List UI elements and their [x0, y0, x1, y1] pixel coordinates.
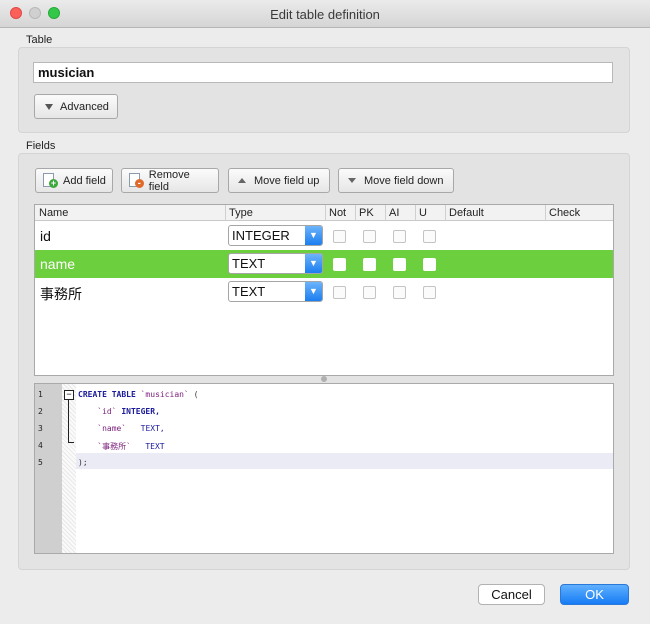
primary-key-checkbox[interactable] [363, 286, 376, 299]
table-section-label: Table [26, 34, 53, 46]
add-field-label: Add field [63, 174, 106, 187]
table-row[interactable]: id INTEGER ▼ [35, 222, 613, 250]
unique-checkbox[interactable] [423, 258, 436, 271]
add-field-button[interactable]: + Add field [35, 168, 113, 193]
primary-key-checkbox[interactable] [363, 258, 376, 271]
remove-document-icon: - [128, 173, 144, 188]
line-number: 4 [38, 441, 43, 450]
code-line: `id` INTEGER, [78, 407, 160, 416]
fields-table[interactable]: Name Type Not PK AI U Default Check id I… [34, 204, 614, 376]
line-number: 1 [38, 390, 43, 399]
chevron-down-icon: ▼ [305, 254, 322, 273]
line-number: 5 [38, 458, 43, 467]
code-line: CREATE TABLE `musician` ( [78, 390, 199, 399]
window-title: Edit table definition [270, 7, 380, 22]
cancel-button[interactable]: Cancel [478, 584, 545, 605]
move-field-up-button[interactable]: Move field up [228, 168, 330, 193]
table-group [18, 47, 630, 133]
splitter-handle[interactable] [321, 376, 327, 382]
move-down-label: Move field down [364, 174, 444, 187]
primary-key-checkbox[interactable] [363, 230, 376, 243]
column-header-name[interactable]: Name [39, 207, 68, 219]
advanced-label: Advanced [60, 100, 109, 113]
advanced-button[interactable]: Advanced [34, 94, 118, 119]
not-null-checkbox[interactable] [333, 258, 346, 271]
sql-preview-editor[interactable]: 1 2 3 4 5 − CREATE TABLE `musician` ( `i… [34, 383, 614, 554]
arrow-up-icon [238, 178, 246, 183]
move-field-down-button[interactable]: Move field down [338, 168, 454, 193]
unique-checkbox[interactable] [423, 286, 436, 299]
column-header-pk[interactable]: PK [359, 207, 374, 219]
add-document-icon: + [42, 173, 58, 188]
current-line-highlight [76, 453, 613, 469]
line-number: 3 [38, 424, 43, 433]
move-up-label: Move field up [254, 174, 320, 187]
fields-section-label: Fields [26, 140, 56, 152]
autoincrement-checkbox[interactable] [393, 258, 406, 271]
field-type-select[interactable]: TEXT ▼ [228, 253, 323, 274]
column-header-check[interactable]: Check [549, 207, 580, 219]
fold-collapse-icon[interactable]: − [64, 390, 74, 400]
field-type-select[interactable]: INTEGER ▼ [228, 225, 323, 246]
chevron-down-icon: ▼ [305, 282, 322, 301]
code-line: ); [78, 458, 88, 467]
column-header-not[interactable]: Not [329, 207, 346, 219]
fold-margin [62, 384, 76, 553]
not-null-checkbox[interactable] [333, 286, 346, 299]
arrow-down-icon [348, 178, 356, 183]
chevron-down-icon: ▼ [305, 226, 322, 245]
line-number: 2 [38, 407, 43, 416]
ok-button[interactable]: OK [560, 584, 629, 605]
field-name-cell[interactable]: name [40, 256, 75, 272]
table-row[interactable]: 事務所 TEXT ▼ [35, 278, 613, 306]
autoincrement-checkbox[interactable] [393, 286, 406, 299]
unique-checkbox[interactable] [423, 230, 436, 243]
remove-field-button[interactable]: - Remove field [121, 168, 219, 193]
table-header: Name Type Not PK AI U Default Check [35, 205, 613, 221]
field-type-select[interactable]: TEXT ▼ [228, 281, 323, 302]
field-name-cell[interactable]: 事務所 [40, 284, 82, 304]
title-bar: Edit table definition [0, 0, 650, 28]
code-line: `事務所` TEXT [78, 442, 165, 451]
column-header-unique[interactable]: U [419, 207, 427, 219]
column-header-type[interactable]: Type [229, 207, 253, 219]
remove-field-label: Remove field [148, 168, 190, 193]
code-line: `name` TEXT, [78, 424, 165, 433]
disclosure-triangle-icon [45, 103, 53, 110]
autoincrement-checkbox[interactable] [393, 230, 406, 243]
column-header-default[interactable]: Default [449, 207, 484, 219]
table-name-input[interactable] [33, 62, 613, 83]
field-name-cell[interactable]: id [40, 228, 51, 244]
not-null-checkbox[interactable] [333, 230, 346, 243]
column-header-ai[interactable]: AI [389, 207, 399, 219]
table-row[interactable]: name TEXT ▼ [35, 250, 613, 278]
